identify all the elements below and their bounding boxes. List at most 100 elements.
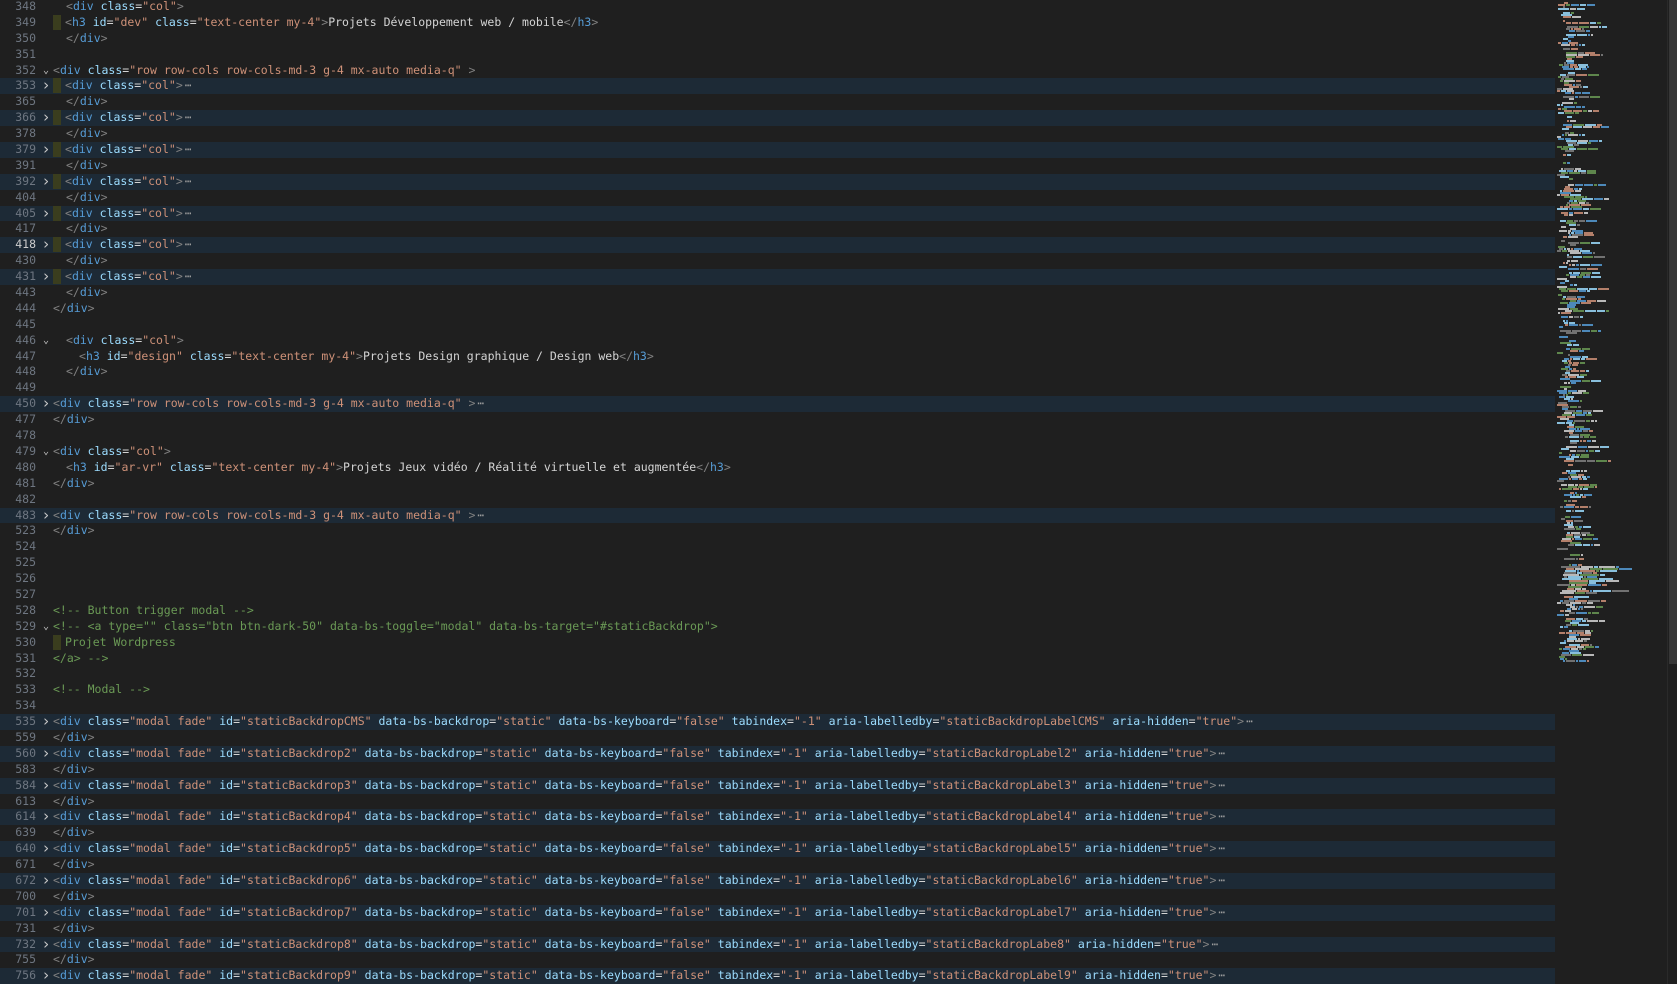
code-line[interactable]: 445	[0, 317, 1555, 333]
code-line[interactable]: 348 <div class="col">	[0, 0, 1555, 15]
code-line[interactable]: 482	[0, 492, 1555, 508]
chevron-right-icon[interactable]: ›	[40, 872, 52, 887]
ellipsis-icon[interactable]: ⋯	[475, 508, 484, 522]
code-line[interactable]: 700 </div>	[0, 889, 1555, 905]
ellipsis-icon[interactable]: ⋯	[1209, 937, 1218, 951]
code-line[interactable]: 351	[0, 47, 1555, 63]
code-line[interactable]: 756 › <div class="modal fade" id="staticBa…	[0, 968, 1555, 984]
code-line[interactable]: 379 › <div class="col"> ⋯	[0, 142, 1555, 158]
code-line[interactable]: 405 › <div class="col"> ⋯	[0, 205, 1555, 222]
code-line[interactable]: 640 › <div class="modal fade" id="staticBa…	[0, 841, 1555, 858]
code-line[interactable]: 349 <h3 id="dev" class="text-center my-4"…	[0, 14, 1555, 31]
code-line[interactable]: 417 </div>	[0, 221, 1555, 237]
code-line[interactable]: 392 › <div class="col"> ⋯	[0, 173, 1555, 190]
ellipsis-icon[interactable]: ⋯	[183, 142, 192, 156]
code-line[interactable]: 443 </div>	[0, 285, 1555, 301]
ellipsis-icon[interactable]: ⋯	[183, 174, 192, 188]
chevron-right-icon[interactable]: ›	[40, 809, 52, 824]
code-line[interactable]: 350 </div>	[0, 31, 1555, 47]
chevron-right-icon[interactable]: ›	[40, 936, 52, 951]
code-line[interactable]: 450 › <div class="row row-cols row-cols-md…	[0, 396, 1555, 413]
chevron-right-icon[interactable]: ›	[40, 237, 52, 252]
code-editor[interactable]: 348 <div class="col"> 349 <h3 id="dev" clas…	[0, 0, 1555, 984]
ellipsis-icon[interactable]: ⋯	[1216, 905, 1225, 919]
code-line[interactable]: 430 </div>	[0, 253, 1555, 269]
chevron-right-icon[interactable]: ›	[40, 745, 52, 760]
code-line[interactable]: 528 <!-- Button trigger modal -->	[0, 603, 1555, 619]
code-line[interactable]: 530 Projet Wordpress	[0, 634, 1555, 651]
chevron-right-icon[interactable]: ›	[40, 841, 52, 856]
code-line[interactable]: 480 <h3 id="ar-vr" class="text-center my-…	[0, 460, 1555, 476]
chevron-down-icon[interactable]: ⌄	[40, 444, 52, 460]
code-line[interactable]: 639 </div>	[0, 825, 1555, 841]
ellipsis-icon[interactable]: ⋯	[1216, 746, 1225, 760]
code-line[interactable]: 447 <h3 id="design" class="text-center my…	[0, 349, 1555, 365]
chevron-right-icon[interactable]: ›	[40, 968, 52, 983]
code-line[interactable]: 483 › <div class="row row-cols row-cols-md…	[0, 507, 1555, 524]
code-line[interactable]: 449	[0, 380, 1555, 396]
chevron-right-icon[interactable]: ›	[40, 110, 52, 125]
code-line[interactable]: 527	[0, 587, 1555, 603]
code-line[interactable]: 352 ⌄ <div class="row row-cols row-cols-md…	[0, 63, 1555, 79]
chevron-right-icon[interactable]: ›	[40, 78, 52, 93]
scrollbar-thumb[interactable]	[1669, 0, 1677, 664]
ellipsis-icon[interactable]: ⋯	[475, 396, 484, 410]
code-line[interactable]: 524	[0, 539, 1555, 555]
chevron-right-icon[interactable]: ›	[40, 205, 52, 220]
ellipsis-icon[interactable]: ⋯	[1244, 714, 1253, 728]
code-line[interactable]: 531 </a> -->	[0, 651, 1555, 667]
chevron-right-icon[interactable]: ›	[40, 714, 52, 729]
chevron-right-icon[interactable]: ›	[40, 269, 52, 284]
code-line[interactable]: 365 </div>	[0, 94, 1555, 110]
ellipsis-icon[interactable]: ⋯	[1216, 809, 1225, 823]
code-line[interactable]: 532	[0, 666, 1555, 682]
code-line[interactable]: 378 </div>	[0, 126, 1555, 142]
code-line[interactable]: 526	[0, 571, 1555, 587]
code-line[interactable]: 583 </div>	[0, 762, 1555, 778]
code-line[interactable]: 559 </div>	[0, 730, 1555, 746]
code-line[interactable]: 732 › <div class="modal fade" id="staticBa…	[0, 936, 1555, 953]
ellipsis-icon[interactable]: ⋯	[1216, 841, 1225, 855]
code-line[interactable]: 584 › <div class="modal fade" id="staticBa…	[0, 777, 1555, 794]
chevron-right-icon[interactable]: ›	[40, 777, 52, 792]
code-line[interactable]: 448 </div>	[0, 364, 1555, 380]
chevron-right-icon[interactable]: ›	[40, 173, 52, 188]
code-line[interactable]: 533 <!-- Modal -->	[0, 682, 1555, 698]
code-line[interactable]: 479 ⌄ <div class="col">	[0, 444, 1555, 460]
code-line[interactable]: 560 › <div class="modal fade" id="staticBa…	[0, 745, 1555, 762]
code-line[interactable]: 478	[0, 428, 1555, 444]
code-line[interactable]: 529 ⌄ <!-- <a type="" class="btn btn-dark-…	[0, 619, 1555, 635]
chevron-right-icon[interactable]: ›	[40, 904, 52, 919]
code-line[interactable]: 481 </div>	[0, 476, 1555, 492]
code-line[interactable]: 523 </div>	[0, 523, 1555, 539]
code-line[interactable]: 353 › <div class="col"> ⋯	[0, 78, 1555, 95]
ellipsis-icon[interactable]: ⋯	[183, 237, 192, 251]
code-line[interactable]: 614 › <div class="modal fade" id="staticBa…	[0, 809, 1555, 826]
code-line[interactable]: 672 › <div class="modal fade" id="staticBa…	[0, 872, 1555, 889]
ellipsis-icon[interactable]: ⋯	[1216, 968, 1225, 982]
code-line[interactable]: 525	[0, 555, 1555, 571]
code-line[interactable]: 613 </div>	[0, 794, 1555, 810]
ellipsis-icon[interactable]: ⋯	[183, 269, 192, 283]
code-line[interactable]: 446 ⌄ <div class="col">	[0, 333, 1555, 349]
ellipsis-icon[interactable]: ⋯	[1216, 873, 1225, 887]
code-line[interactable]: 366 › <div class="col"> ⋯	[0, 110, 1555, 127]
chevron-down-icon[interactable]: ⌄	[40, 619, 52, 635]
chevron-down-icon[interactable]: ⌄	[40, 333, 52, 349]
ellipsis-icon[interactable]: ⋯	[183, 78, 192, 92]
code-line[interactable]: 535 › <div class="modal fade" id="staticBa…	[0, 714, 1555, 730]
chevron-right-icon[interactable]: ›	[40, 507, 52, 522]
minimap[interactable]	[1555, 0, 1667, 984]
ellipsis-icon[interactable]: ⋯	[183, 110, 192, 124]
code-line[interactable]: 701 › <div class="modal fade" id="staticBa…	[0, 904, 1555, 921]
ellipsis-icon[interactable]: ⋯	[1216, 778, 1225, 792]
code-line[interactable]: 671 </div>	[0, 857, 1555, 873]
code-line[interactable]: 444 </div>	[0, 301, 1555, 317]
chevron-right-icon[interactable]: ›	[40, 142, 52, 157]
code-line[interactable]: 477 </div>	[0, 412, 1555, 428]
code-line[interactable]: 418 › <div class="col"> ⋯	[0, 237, 1555, 254]
code-line[interactable]: 391 </div>	[0, 158, 1555, 174]
chevron-right-icon[interactable]: ›	[40, 396, 52, 411]
vertical-scrollbar[interactable]	[1667, 0, 1677, 984]
code-line[interactable]: 731 </div>	[0, 921, 1555, 937]
